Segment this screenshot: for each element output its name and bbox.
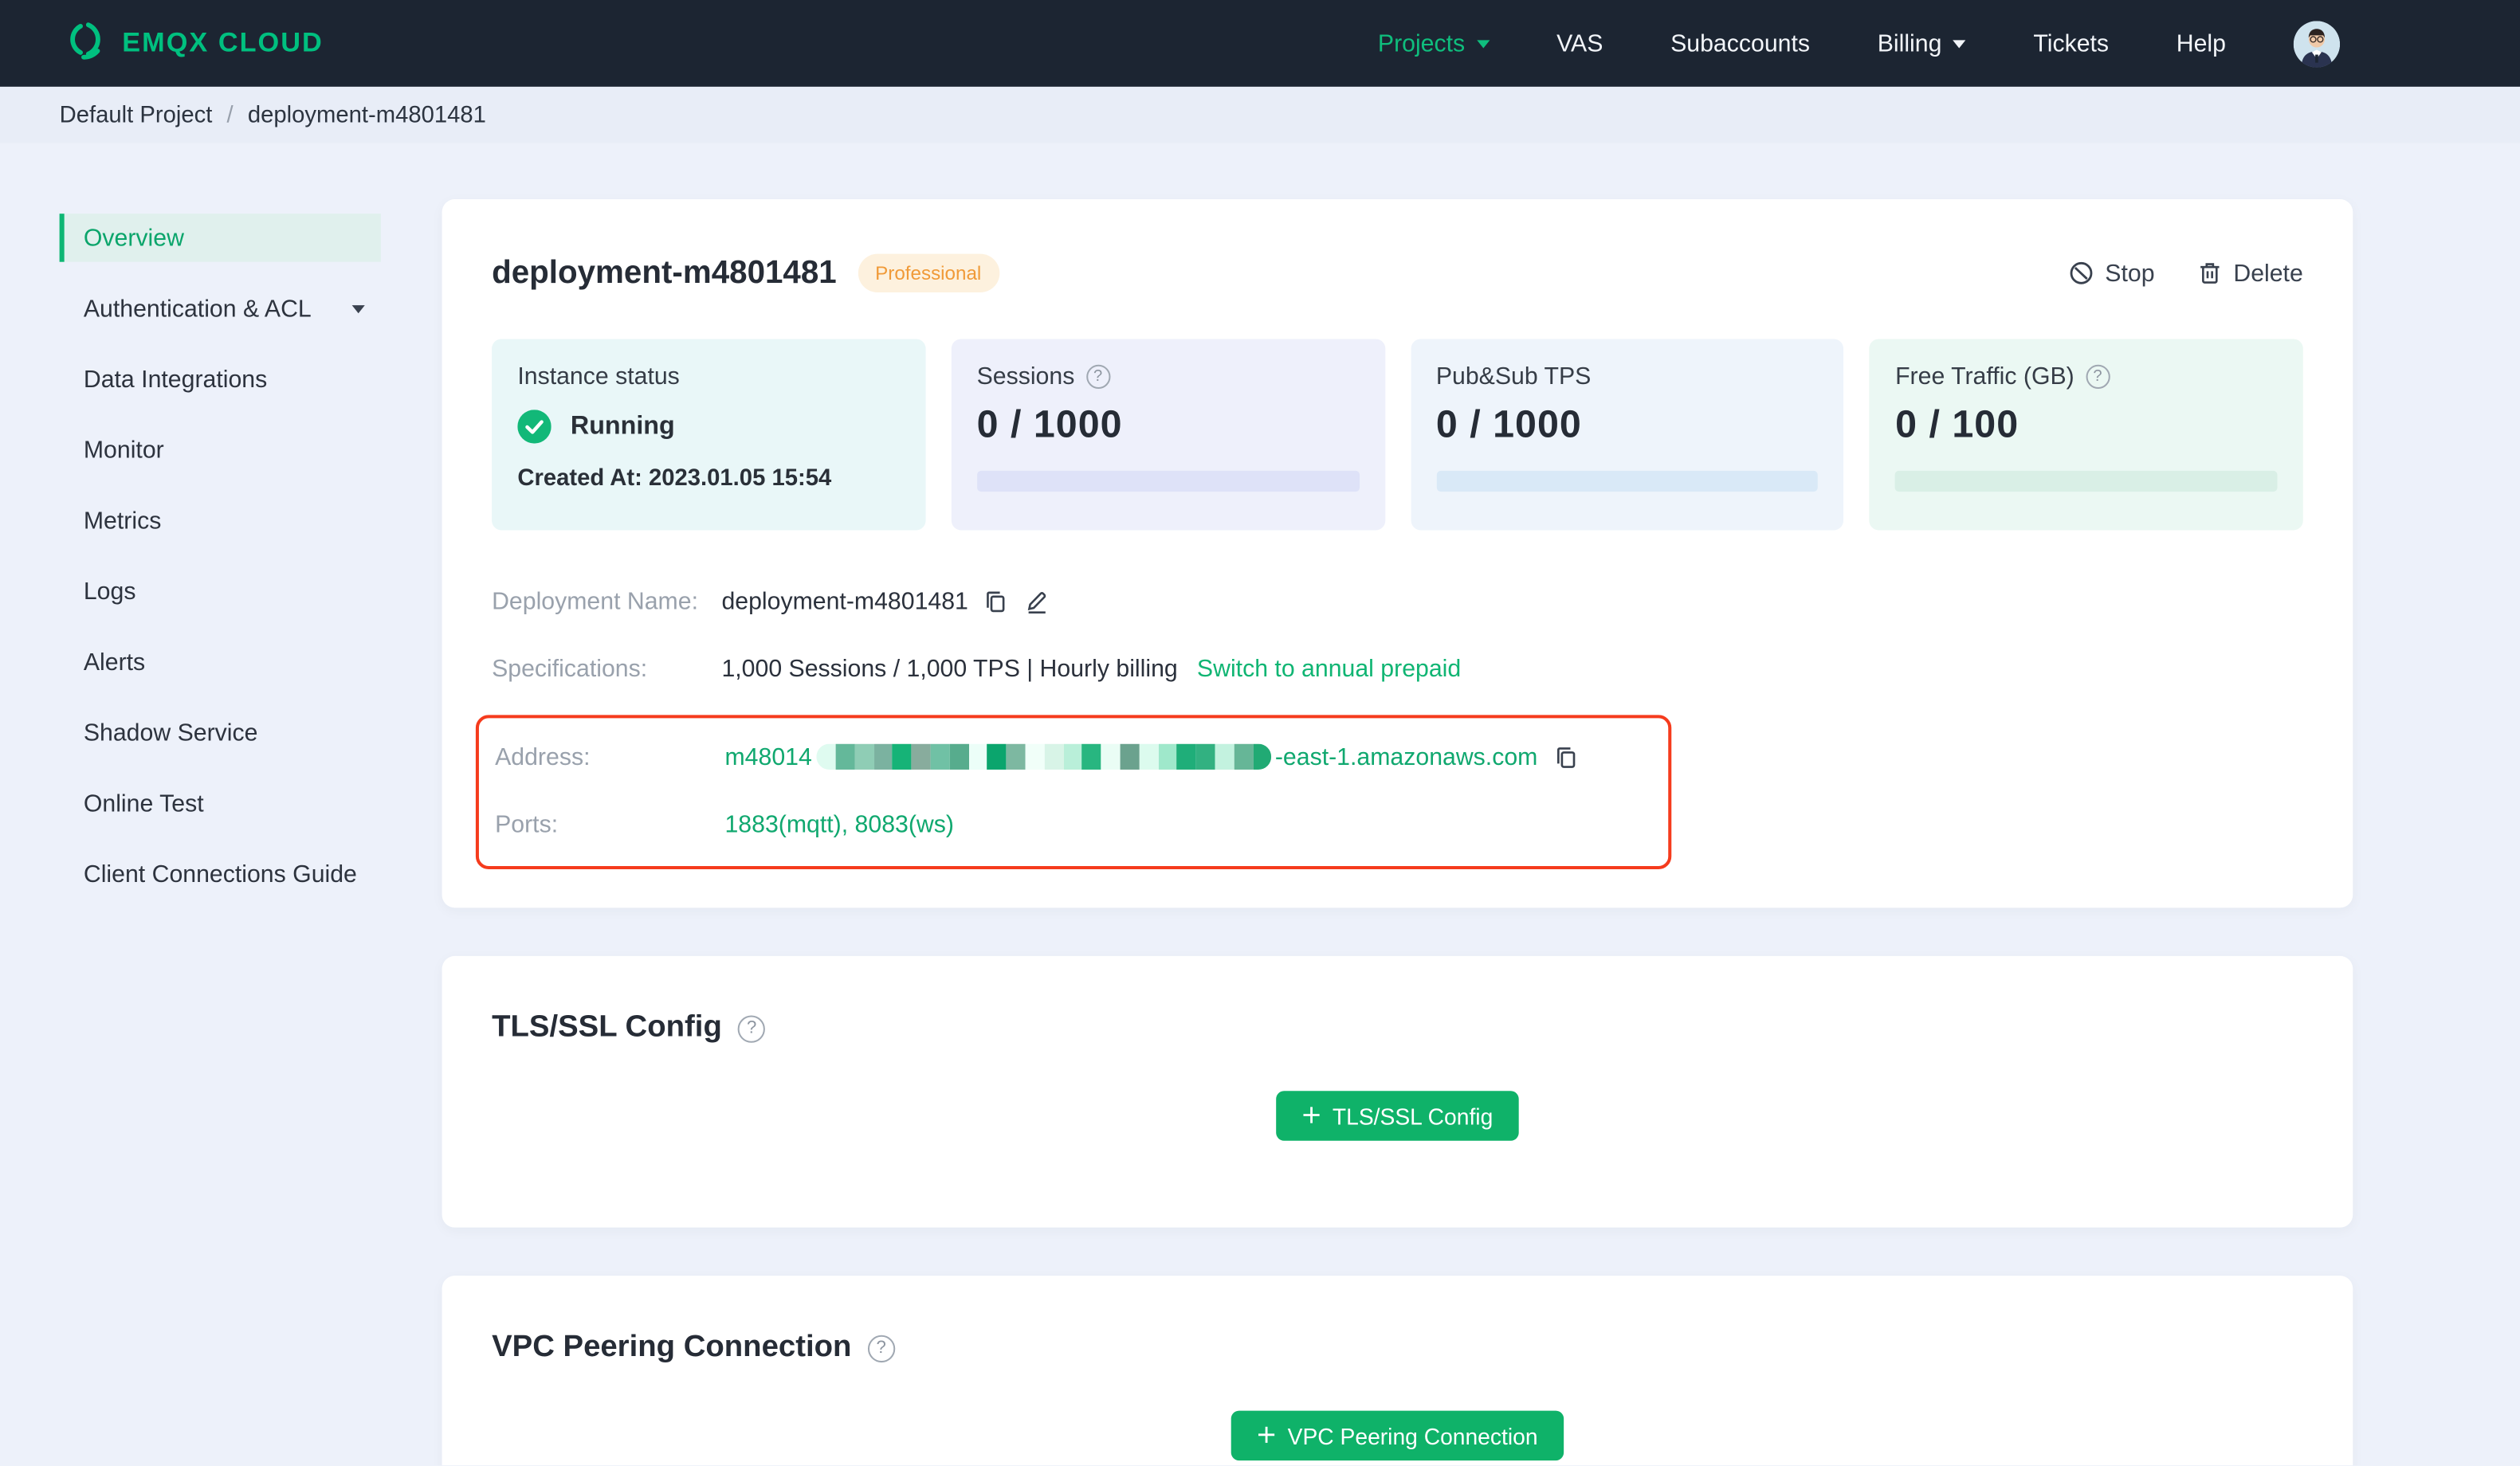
- instance-status-value: Running: [570, 412, 675, 440]
- sessions-value: 0 / 1000: [976, 403, 1123, 447]
- deployment-overview-card: deployment-m4801481 Professional Stop De…: [442, 199, 2353, 908]
- copy-icon[interactable]: [1554, 745, 1578, 769]
- chevron-down-icon: [1476, 39, 1490, 48]
- sidebar-item-overview[interactable]: Overview: [59, 214, 381, 262]
- nav-help[interactable]: Help: [2177, 29, 2226, 57]
- app-viewport: EMQX CLOUD Projects VAS Subaccounts Bill…: [0, 0, 2520, 1466]
- sessions-progress-bar: [976, 470, 1360, 492]
- sidebar-item-data-integrations[interactable]: Data Integrations: [60, 355, 381, 403]
- vpc-peering-card: VPC Peering Connection ? VPC Peering Con…: [442, 1276, 2353, 1466]
- nav-subaccounts[interactable]: Subaccounts: [1670, 29, 1810, 57]
- tls-ssl-config-title: TLS/SSL Config: [492, 1010, 722, 1045]
- user-avatar[interactable]: [2293, 20, 2341, 67]
- deployment-name-value: deployment-m4801481: [721, 587, 968, 615]
- nav-vas[interactable]: VAS: [1556, 29, 1603, 57]
- nav-tickets[interactable]: Tickets: [2033, 29, 2109, 57]
- ports-value: 1883(mqtt), 8083(ws): [724, 810, 954, 838]
- delete-button[interactable]: Delete: [2196, 260, 2303, 287]
- help-icon[interactable]: ?: [2085, 364, 2110, 390]
- breadcrumb-project[interactable]: Default Project: [60, 102, 213, 127]
- address-prefix: m48014: [724, 743, 812, 770]
- deployment-details: Deployment Name: deployment-m4801481 Spe…: [475, 577, 2303, 869]
- brand[interactable]: EMQX CLOUD: [65, 18, 324, 69]
- sidebar-item-logs[interactable]: Logs: [60, 567, 381, 615]
- add-tls-ssl-config-button[interactable]: TLS/SSL Config: [1276, 1091, 1519, 1141]
- main-content: deployment-m4801481 Professional Stop De…: [442, 199, 2353, 1466]
- stop-button[interactable]: Stop: [2068, 260, 2155, 287]
- help-icon[interactable]: ?: [1085, 364, 1110, 390]
- created-at: Created At: 2023.01.05 15:54: [517, 465, 832, 492]
- help-icon[interactable]: ?: [738, 1014, 766, 1042]
- tls-ssl-config-card: TLS/SSL Config ? TLS/SSL Config: [442, 955, 2353, 1228]
- sidebar: Overview Authentication & ACL Data Integ…: [59, 214, 381, 920]
- sidebar-item-metrics[interactable]: Metrics: [60, 496, 381, 544]
- chevron-down-icon: [351, 304, 365, 313]
- copy-icon[interactable]: [984, 589, 1008, 613]
- vpc-peering-title: VPC Peering Connection: [492, 1330, 852, 1365]
- nav-billing[interactable]: Billing: [1878, 29, 1966, 57]
- tps-value: 0 / 1000: [1435, 403, 1582, 447]
- sidebar-item-shadow-service[interactable]: Shadow Service: [60, 708, 381, 756]
- plan-badge: Professional: [857, 253, 999, 293]
- breadcrumb-current: deployment-m4801481: [247, 102, 486, 128]
- plus-icon: [1302, 1103, 1321, 1128]
- breadcrumb-separator: /: [226, 102, 234, 128]
- stats-row: Instance status Running Created At: 2023…: [492, 339, 2303, 531]
- free-traffic-value: 0 / 100: [1895, 403, 2020, 447]
- add-vpc-peering-button[interactable]: VPC Peering Connection: [1231, 1410, 1564, 1461]
- address-label: Address:: [495, 743, 591, 770]
- free-traffic-card: Free Traffic (GB) ? 0 / 100: [1869, 339, 2303, 531]
- address-redacted: [816, 743, 1272, 770]
- deployment-name-label: Deployment Name:: [492, 587, 698, 615]
- brand-name: EMQX CLOUD: [122, 27, 324, 58]
- sessions-card: Sessions ? 0 / 1000: [951, 339, 1385, 531]
- sidebar-item-client-connections-guide[interactable]: Client Connections Guide: [60, 850, 381, 898]
- stop-ban-icon: [2068, 261, 2094, 286]
- specifications-label: Specifications:: [492, 654, 648, 683]
- check-circle-icon: [517, 410, 551, 444]
- address-suffix: -east-1.amazonaws.com: [1274, 743, 1538, 770]
- pubsub-tps-card: Pub&Sub TPS 0 / 1000: [1410, 339, 1844, 531]
- edit-pencil-icon[interactable]: [1024, 588, 1050, 614]
- free-traffic-progress-bar: [1895, 470, 2278, 492]
- connection-highlight-box: Address: m48014 -east-1.amazonaws.com Po…: [475, 715, 1672, 869]
- trash-icon: [2196, 261, 2222, 286]
- help-icon[interactable]: ?: [867, 1334, 895, 1362]
- breadcrumb: Default Project / deployment-m4801481: [0, 86, 2520, 143]
- top-navbar: EMQX CLOUD Projects VAS Subaccounts Bill…: [0, 0, 2520, 87]
- top-nav-menu: Projects VAS Subaccounts Billing Tickets…: [1378, 20, 2341, 67]
- chevron-down-icon: [1953, 39, 1966, 48]
- sidebar-item-authentication-acl[interactable]: Authentication & ACL: [60, 284, 381, 332]
- specifications-value: 1,000 Sessions / 1,000 TPS | Hourly bill…: [721, 654, 1178, 683]
- ports-label: Ports:: [495, 810, 559, 838]
- sidebar-item-monitor[interactable]: Monitor: [60, 425, 381, 473]
- emqx-logo-icon: [65, 18, 108, 69]
- sidebar-item-alerts[interactable]: Alerts: [60, 638, 381, 686]
- sidebar-item-online-test[interactable]: Online Test: [60, 779, 381, 827]
- tps-progress-bar: [1435, 470, 1819, 492]
- instance-status-card: Instance status Running Created At: 2023…: [492, 339, 926, 531]
- plus-icon: [1257, 1423, 1276, 1448]
- deployment-title: deployment-m4801481: [492, 254, 837, 290]
- switch-to-annual-prepaid-link[interactable]: Switch to annual prepaid: [1197, 655, 1461, 682]
- nav-projects[interactable]: Projects: [1378, 29, 1490, 57]
